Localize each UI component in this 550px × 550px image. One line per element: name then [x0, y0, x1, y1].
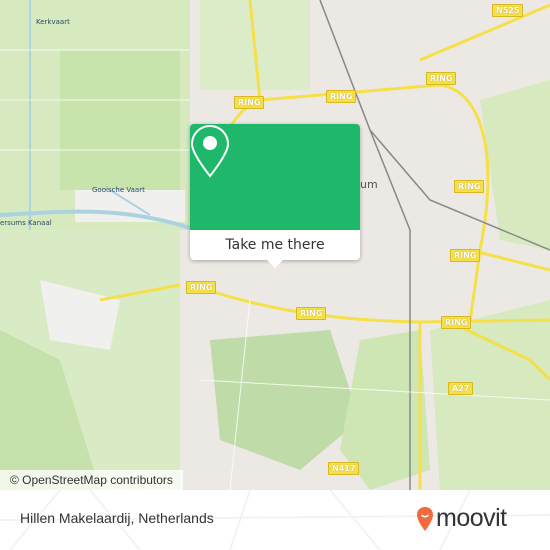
road-shield: RING	[450, 249, 481, 262]
take-me-there-button[interactable]: Take me there	[190, 230, 360, 260]
road-shield: N525	[492, 4, 524, 17]
popup-tail	[267, 260, 283, 268]
road-shield: N417	[328, 462, 360, 475]
footer: Hillen Makelaardij, Netherlands moovit	[0, 490, 550, 550]
moovit-logo[interactable]: moovit	[416, 504, 507, 533]
location-popup: Take me there	[190, 124, 360, 268]
road-shield: RING	[441, 316, 472, 329]
road-shield: RING	[454, 180, 485, 193]
road-shield: RING	[186, 281, 217, 294]
water-label: ersums Kanaal	[0, 219, 52, 227]
map[interactable]: Kerkvaart Gooische Vaart ersums Kanaal u…	[0, 0, 550, 490]
road-shield: RING	[326, 90, 357, 103]
water-label: Gooische Vaart	[92, 186, 145, 194]
place-name: Hillen Makelaardij, Netherlands	[20, 510, 214, 526]
road-shield: RING	[234, 96, 265, 109]
map-pin-icon	[190, 124, 230, 178]
city-label: um	[360, 178, 378, 191]
water-label: Kerkvaart	[36, 18, 70, 26]
road-shield: RING	[426, 72, 457, 85]
popup-header	[190, 124, 360, 230]
moovit-pin-icon	[417, 506, 433, 531]
map-attribution[interactable]: © OpenStreetMap contributors	[0, 470, 183, 490]
road-shield: RING	[296, 307, 327, 320]
road-shield: A27	[448, 382, 474, 395]
logo-text: moovit	[436, 504, 507, 532]
